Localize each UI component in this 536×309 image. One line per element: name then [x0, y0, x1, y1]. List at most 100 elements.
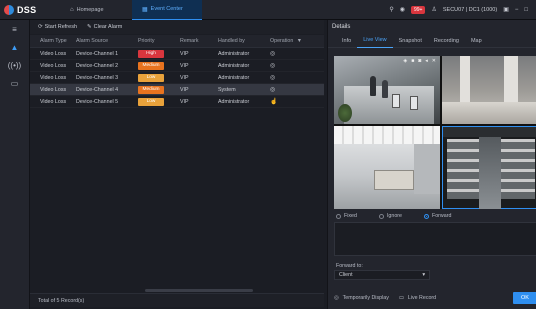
- display-icon: ◎: [334, 295, 339, 301]
- cell-source: Device-Channel 2: [76, 62, 119, 69]
- record-icon[interactable]: ■: [411, 58, 414, 64]
- video-pane-2[interactable]: [442, 56, 536, 124]
- video-controls: ◈ ■ ◙ ◂ ✕: [403, 58, 436, 64]
- table-header: Alarm Type Alarm Source Priority Remark …: [30, 35, 324, 48]
- cell-operation: ◎: [266, 50, 310, 57]
- cell-operation: ◎: [266, 86, 310, 93]
- scene-floor: [344, 86, 434, 124]
- cell-type: Video Loss: [40, 98, 67, 105]
- radio-icon[interactable]: ((•)): [0, 56, 29, 74]
- live-record-option[interactable]: Live Record: [408, 295, 436, 301]
- priority-badge: Low: [138, 73, 164, 82]
- bell-icon[interactable]: ◉: [400, 6, 405, 13]
- col-operation[interactable]: Operation ▼: [266, 38, 310, 44]
- maximize-icon[interactable]: □: [524, 7, 528, 13]
- col-alarm-source[interactable]: Alarm Source: [72, 38, 134, 44]
- table-row[interactable]: Video Loss Device-Channel 1 High VIP Adm…: [30, 48, 324, 60]
- filter-icon[interactable]: ⚲: [389, 6, 393, 13]
- col-alarm-type[interactable]: Alarm Type: [30, 38, 72, 44]
- cell-operation: ◎: [266, 62, 310, 69]
- lock-icon[interactable]: ▣: [503, 6, 509, 13]
- hand-icon[interactable]: ☝: [270, 98, 277, 105]
- user-name[interactable]: SECU07 | DC1 (1000): [443, 7, 497, 13]
- start-refresh-button[interactable]: ⟳ Start Refresh: [38, 24, 77, 30]
- clear-icon: ✎: [87, 24, 92, 30]
- details-title: Details: [332, 24, 351, 30]
- radio-forward[interactable]: Forward: [423, 213, 451, 219]
- video-pane-3[interactable]: [334, 126, 440, 209]
- cell-priority: Low: [134, 97, 176, 106]
- radio-fixed[interactable]: Fixed: [336, 213, 357, 219]
- cell-operation: ◎: [266, 74, 310, 81]
- top-bar: DSS ⌂ Homepage ▦ Event Center ⚲ ◉ 99+ ♙ …: [0, 0, 536, 20]
- temp-display-option[interactable]: Temporarily Display: [343, 295, 389, 301]
- view-icon[interactable]: ◎: [270, 74, 275, 81]
- cell-type: Video Loss: [40, 50, 67, 57]
- video-icon: ▭: [398, 295, 404, 301]
- tab-recording[interactable]: Recording: [428, 34, 465, 48]
- view-icon[interactable]: ◎: [270, 62, 275, 69]
- radio-label: Fixed: [344, 213, 357, 219]
- refresh-icon: ⟳: [38, 24, 43, 30]
- tab-event-center[interactable]: ▦ Event Center: [132, 0, 202, 20]
- radio-label: Ignore: [386, 213, 402, 219]
- cell-remark: VIP: [180, 50, 189, 57]
- tab-info[interactable]: Info: [336, 34, 357, 48]
- priority-badge: High: [138, 49, 164, 58]
- tab-live-view[interactable]: Live View: [357, 34, 393, 48]
- scene-floor: [442, 102, 536, 124]
- radio-indicator: [423, 213, 429, 219]
- cell-priority: Low: [134, 73, 176, 82]
- col-handled-by[interactable]: Handled by: [214, 38, 266, 44]
- chevron-down-icon: ▾: [422, 272, 425, 278]
- cell-source: Device-Channel 3: [76, 74, 119, 81]
- tab-label: Homepage: [76, 6, 104, 13]
- table-row[interactable]: Video Loss Device-Channel 5 Low VIP Admi…: [30, 96, 324, 108]
- col-remark[interactable]: Remark: [176, 38, 214, 44]
- alarm-table: Alarm Type Alarm Source Priority Remark …: [30, 35, 324, 293]
- cell-remark: VIP: [180, 74, 189, 81]
- cell-type: Video Loss: [40, 86, 67, 93]
- capture-icon[interactable]: ◈: [403, 58, 407, 64]
- alarm-count-badge[interactable]: 99+: [411, 5, 426, 14]
- cell-handled-by: Administrator: [218, 98, 250, 105]
- video-pane-4[interactable]: [442, 126, 536, 209]
- cell-source: Device-Channel 4: [76, 86, 119, 93]
- tab-snapshot[interactable]: Snapshot: [393, 34, 428, 48]
- menu-icon[interactable]: ≡: [0, 20, 29, 38]
- radio-ignore[interactable]: Ignore: [378, 213, 402, 219]
- ok-button[interactable]: OK: [513, 292, 536, 304]
- monitor-icon[interactable]: ▭: [0, 74, 29, 92]
- cell-priority: High: [134, 49, 176, 58]
- cell-source: Device-Channel 1: [76, 50, 119, 57]
- tab-map[interactable]: Map: [465, 34, 488, 48]
- forward-to-label: Forward to:: [336, 263, 363, 269]
- table-row[interactable]: Video Loss Device-Channel 3 Low VIP Admi…: [30, 72, 324, 84]
- user-icon: ♙: [431, 7, 437, 13]
- horizontal-scrollbar[interactable]: [145, 289, 253, 292]
- table-row[interactable]: Video Loss Device-Channel 2 Medium VIP A…: [30, 60, 324, 72]
- cell-handled-by: System: [218, 86, 236, 93]
- view-icon[interactable]: ◎: [270, 86, 275, 93]
- tab-homepage[interactable]: ⌂ Homepage: [60, 0, 132, 20]
- close-icon[interactable]: ✕: [432, 58, 436, 64]
- minimize-icon[interactable]: −: [515, 7, 519, 13]
- video-pane-1[interactable]: ◈ ■ ◙ ◂ ✕: [334, 56, 440, 124]
- camera-icon[interactable]: ◙: [418, 58, 421, 64]
- view-icon[interactable]: ◎: [270, 50, 275, 57]
- table-footer: Total of 5 Record(s): [30, 293, 324, 307]
- alarm-icon[interactable]: ▲: [0, 38, 29, 56]
- filter-icon[interactable]: ▼: [297, 38, 302, 44]
- forward-to-select[interactable]: Client ▾: [334, 270, 430, 280]
- handle-options: Fixed Ignore Forward: [336, 210, 534, 222]
- cell-source: Device-Channel 5: [76, 98, 119, 105]
- cell-priority: Medium: [134, 85, 176, 94]
- col-priority[interactable]: Priority: [134, 38, 176, 44]
- cell-remark: VIP: [180, 62, 189, 69]
- forward-to-value: Client: [339, 272, 353, 278]
- clear-alarm-button[interactable]: ✎ Clear Alarm: [87, 24, 122, 30]
- tab-label: Event Center: [150, 6, 183, 12]
- audio-icon[interactable]: ◂: [425, 58, 428, 64]
- table-row[interactable]: Video Loss Device-Channel 4 Medium VIP S…: [30, 84, 324, 96]
- comment-textarea[interactable]: [334, 222, 536, 256]
